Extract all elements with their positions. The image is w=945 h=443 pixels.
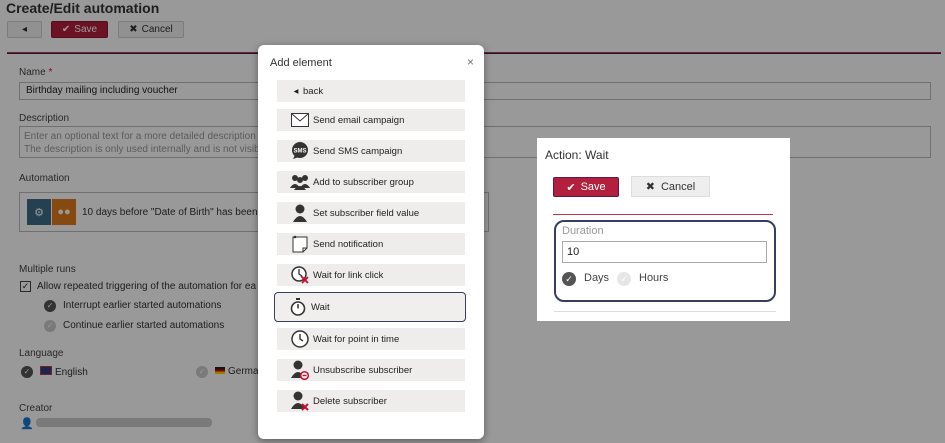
wait-for-link-click-item[interactable]: Wait for link click	[277, 264, 465, 286]
hours-radio[interactable]: ✓	[617, 272, 631, 286]
close-icon: ✖	[645, 181, 655, 193]
sms-icon: SMS	[290, 141, 310, 161]
wait-item[interactable]: Wait	[274, 292, 466, 322]
add-to-subscriber-group-item[interactable]: Add to subscriber group	[277, 171, 465, 193]
unsubscribe-subscriber-item[interactable]: Unsubscribe subscriber	[277, 359, 465, 381]
svg-text:SMS: SMS	[293, 149, 306, 155]
hours-label: Hours	[639, 272, 669, 284]
caret-left-icon: ◂	[293, 85, 299, 97]
panel-cancel-button[interactable]: ✖ Cancel	[631, 176, 710, 197]
wait-for-point-in-time-item[interactable]: Wait for point in time	[277, 328, 465, 350]
check-icon: ✔	[566, 181, 576, 194]
send-email-campaign-item[interactable]: Send email campaign	[277, 109, 465, 131]
note-icon	[290, 234, 310, 254]
divider	[553, 214, 773, 215]
panel-title: Action: Wait	[545, 148, 609, 162]
user-unsubscribe-icon	[290, 360, 310, 380]
stopwatch-icon	[288, 297, 308, 317]
send-sms-campaign-item[interactable]: SMS Send SMS campaign	[277, 140, 465, 162]
set-subscriber-field-value-item[interactable]: Set subscriber field value	[277, 202, 465, 224]
duration-input[interactable]: 10	[562, 241, 767, 263]
modal-title: Add element	[270, 57, 332, 69]
close-icon[interactable]: ×	[467, 55, 474, 69]
divider	[554, 311, 776, 312]
action-wait-panel: Action: Wait ✔ Save ✖ Cancel Duration 10…	[537, 138, 790, 321]
days-label: Days	[584, 272, 610, 284]
clock-link-icon	[290, 265, 310, 285]
envelope-icon	[290, 110, 310, 130]
panel-save-button[interactable]: ✔ Save	[553, 177, 619, 197]
back-item[interactable]: ◂ back	[277, 80, 465, 102]
duration-group: Duration 10 ✓ Days ✓ Hours	[554, 220, 776, 302]
user-icon	[290, 203, 310, 223]
clock-icon	[290, 329, 310, 349]
add-element-modal: Add element × ◂ back Send email campaign…	[258, 45, 484, 439]
duration-label: Duration	[562, 225, 604, 237]
group-icon	[290, 172, 310, 192]
days-radio[interactable]: ✓	[562, 272, 576, 286]
delete-subscriber-item[interactable]: Delete subscriber	[277, 390, 465, 412]
user-delete-icon	[290, 391, 310, 411]
send-notification-item[interactable]: Send notification	[277, 233, 465, 255]
